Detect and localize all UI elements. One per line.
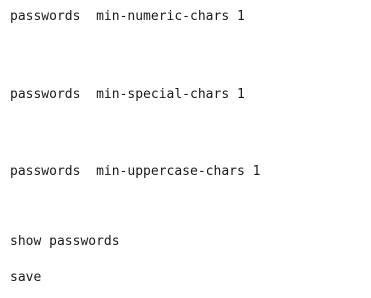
cli-console: passwords min-numeric-chars 1 passwords … bbox=[0, 0, 371, 298]
command-line-min-uppercase-chars: passwords min-uppercase-chars 1 bbox=[10, 164, 261, 179]
command-line-min-numeric-chars: passwords min-numeric-chars 1 bbox=[10, 9, 245, 24]
command-line-show-passwords: show passwords bbox=[10, 234, 120, 249]
command-line-min-special-chars: passwords min-special-chars 1 bbox=[10, 87, 245, 102]
command-line-save: save bbox=[10, 270, 42, 285]
